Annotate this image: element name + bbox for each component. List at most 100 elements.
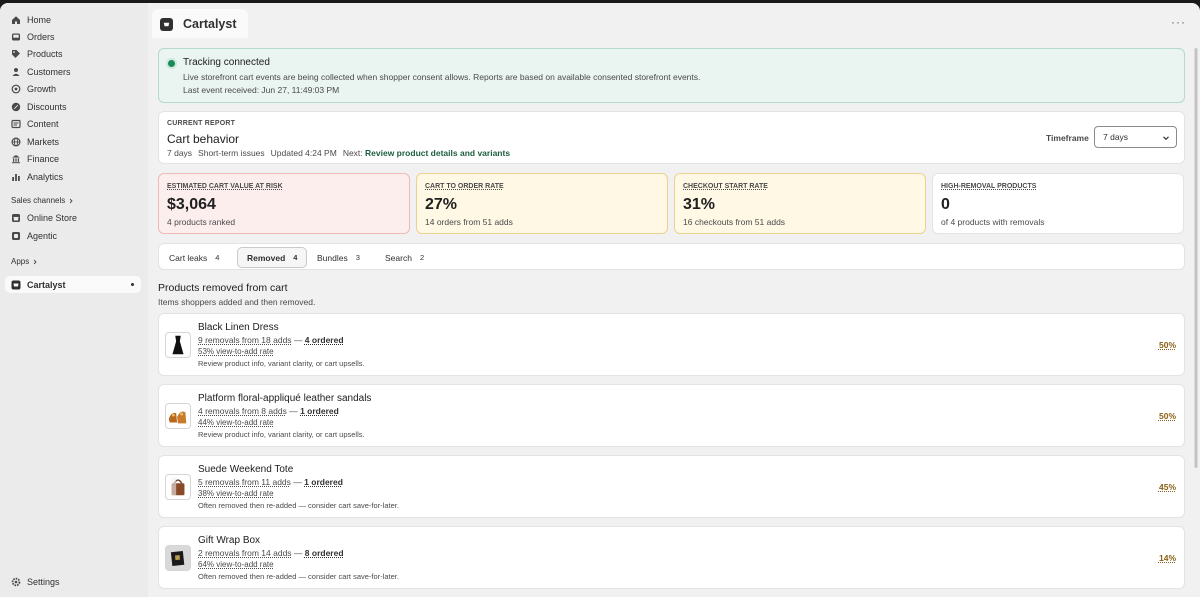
- sidebar-item-cartalyst[interactable]: Cartalyst: [5, 276, 141, 293]
- sidebar: Home Orders Products Customers Growth Di…: [0, 3, 148, 597]
- home-icon: [11, 15, 21, 25]
- metric-checkout-start-rate: CHECKOUT START RATE 31% 16 checkouts fro…: [674, 173, 926, 234]
- tab-bundles[interactable]: Bundles 3: [308, 247, 369, 268]
- product-note: Often removed then re-added — consider c…: [198, 501, 399, 510]
- inbox-icon: [11, 32, 21, 42]
- product-name: Platform floral-appliqué leather sandals: [198, 393, 372, 404]
- product-note: Often removed then re-added — consider c…: [198, 572, 399, 581]
- report-header-card: CURRENT REPORT Cart behavior 7 days Shor…: [158, 111, 1185, 164]
- product-view-to-add-rate[interactable]: 64% view-to-add rate: [198, 560, 274, 569]
- metric-value: $3,064: [167, 196, 216, 213]
- product-row[interactable]: Platform floral-appliqué leather sandals…: [158, 384, 1185, 447]
- tab-count: 3: [355, 253, 360, 262]
- product-removals: 5 removals from 11 adds — 1 ordered: [198, 477, 343, 487]
- sidebar-item-growth[interactable]: Growth: [5, 80, 141, 97]
- metric-value: 27%: [425, 196, 458, 213]
- sidebar-item-label: Content: [27, 118, 59, 129]
- discount-icon: [11, 102, 21, 112]
- gift-box-image: [170, 550, 185, 567]
- product-row[interactable]: Gift Wrap Box 2 removals from 14 adds — …: [158, 526, 1185, 589]
- metric-label[interactable]: CART TO ORDER RATE: [425, 183, 504, 190]
- tab-removed[interactable]: Removed 4: [237, 247, 308, 268]
- gear-icon: [11, 577, 21, 587]
- product-removal-rate[interactable]: 45%: [1159, 482, 1176, 492]
- target-icon: [11, 84, 21, 94]
- sidebar-item-discounts[interactable]: Discounts: [5, 98, 141, 115]
- product-row[interactable]: Suede Weekend Tote 5 removals from 11 ad…: [158, 455, 1185, 518]
- sidebar-item-online-store[interactable]: Online Store: [5, 209, 141, 226]
- chevron-right-icon: [33, 259, 37, 264]
- product-view-to-add-rate[interactable]: 53% view-to-add rate: [198, 347, 274, 356]
- metric-cart-to-order-rate: CART TO ORDER RATE 27% 14 orders from 51…: [416, 173, 668, 234]
- tracking-banner: Tracking connected Live storefront cart …: [158, 48, 1185, 103]
- product-thumbnail: [165, 332, 191, 358]
- banner-title: Tracking connected: [183, 57, 270, 68]
- metric-subtext: 16 checkouts from 51 adds: [683, 217, 786, 227]
- sandals-image: [168, 411, 187, 424]
- tote-image: [171, 477, 185, 497]
- product-row[interactable]: Black Linen Dress 9 removals from 18 add…: [158, 313, 1185, 376]
- cartalyst-logo-icon: [160, 17, 173, 31]
- sidebar-item-label: Discounts: [27, 101, 67, 112]
- sidebar-item-label: Cartalyst: [27, 279, 66, 290]
- dress-image: [172, 335, 184, 355]
- report-next: Next: Review product details and variant…: [342, 148, 511, 158]
- sidebar-item-products[interactable]: Products: [5, 45, 141, 62]
- report-updated: Updated 4:24 PM: [270, 148, 337, 158]
- product-view-to-add-rate[interactable]: 44% view-to-add rate: [198, 418, 274, 427]
- tab-search[interactable]: Search 2: [376, 247, 433, 268]
- sidebar-item-customers[interactable]: Customers: [5, 63, 141, 80]
- banner-last-event: Last event received: Jun 27, 11:49:03 PM: [183, 85, 340, 95]
- product-name: Black Linen Dress: [198, 322, 279, 333]
- sidebar-item-label: Growth: [27, 83, 57, 94]
- product-removals: 4 removals from 8 adds — 1 ordered: [198, 406, 339, 416]
- product-name: Suede Weekend Tote: [198, 464, 294, 475]
- metric-label[interactable]: ESTIMATED CART VALUE AT RISK: [167, 183, 283, 190]
- report-meta: 7 days Short-term issues Updated 4:24 PM…: [167, 148, 510, 158]
- sidebar-item-label: Analytics: [27, 171, 64, 182]
- sidebar-item-label: Settings: [27, 576, 60, 587]
- chevron-down-icon: [1163, 136, 1169, 141]
- product-note: Review product info, variant clarity, or…: [198, 359, 365, 368]
- product-removal-rate[interactable]: 14%: [1159, 553, 1176, 563]
- more-actions-button[interactable]: ···: [1171, 15, 1186, 29]
- product-removal-rate[interactable]: 50%: [1159, 340, 1176, 350]
- product-thumbnail: [165, 545, 191, 571]
- sidebar-item-settings[interactable]: Settings: [5, 573, 141, 590]
- timeframe-label: Timeframe: [1046, 133, 1089, 143]
- sidebar-item-agentic[interactable]: Agentic: [5, 227, 141, 244]
- product-view-to-add-rate[interactable]: 38% view-to-add rate: [198, 489, 274, 498]
- banner-description: Live storefront cart events are being co…: [183, 72, 701, 82]
- sidebar-item-home[interactable]: Home: [5, 11, 141, 28]
- metric-subtext: of 4 products with removals: [941, 217, 1045, 227]
- product-removal-rate[interactable]: 50%: [1159, 411, 1176, 421]
- sidebar-item-label: Markets: [27, 136, 60, 147]
- chevron-right-icon: [69, 198, 73, 203]
- apps-header[interactable]: Apps: [11, 257, 38, 266]
- scrollbar[interactable]: [1194, 48, 1198, 578]
- report-title: Cart behavior: [167, 132, 240, 146]
- timeframe-select[interactable]: 7 days: [1094, 126, 1177, 148]
- person-icon: [11, 67, 21, 77]
- metric-label[interactable]: CHECKOUT START RATE: [683, 183, 768, 190]
- sidebar-item-analytics[interactable]: Analytics: [5, 168, 141, 185]
- metric-high-removal-products: HIGH-REMOVAL PRODUCTS 0 of 4 products wi…: [932, 173, 1184, 234]
- sidebar-item-content[interactable]: Content: [5, 115, 141, 132]
- product-removals: 9 removals from 18 adds — 4 ordered: [198, 335, 344, 345]
- metric-label[interactable]: HIGH-REMOVAL PRODUCTS: [941, 183, 1036, 190]
- status-dot-icon: [168, 60, 175, 67]
- sidebar-item-orders[interactable]: Orders: [5, 28, 141, 45]
- metric-subtext: 14 orders from 51 adds: [425, 217, 513, 227]
- sidebar-item-finance[interactable]: Finance: [5, 150, 141, 167]
- store-icon: [11, 213, 21, 223]
- next-action-link[interactable]: Review product details and variants: [365, 148, 510, 158]
- product-removals: 2 removals from 14 adds — 8 ordered: [198, 548, 344, 558]
- product-thumbnail: [165, 474, 191, 500]
- sidebar-item-label: Customers: [27, 66, 71, 77]
- sidebar-item-markets[interactable]: Markets: [5, 133, 141, 150]
- report-label: CURRENT REPORT: [167, 120, 236, 127]
- globe-icon: [11, 136, 21, 147]
- tab-count: 4: [293, 253, 298, 262]
- tab-cart-leaks[interactable]: Cart leaks 4: [160, 247, 228, 268]
- sales-channels-header[interactable]: Sales channels: [11, 196, 74, 205]
